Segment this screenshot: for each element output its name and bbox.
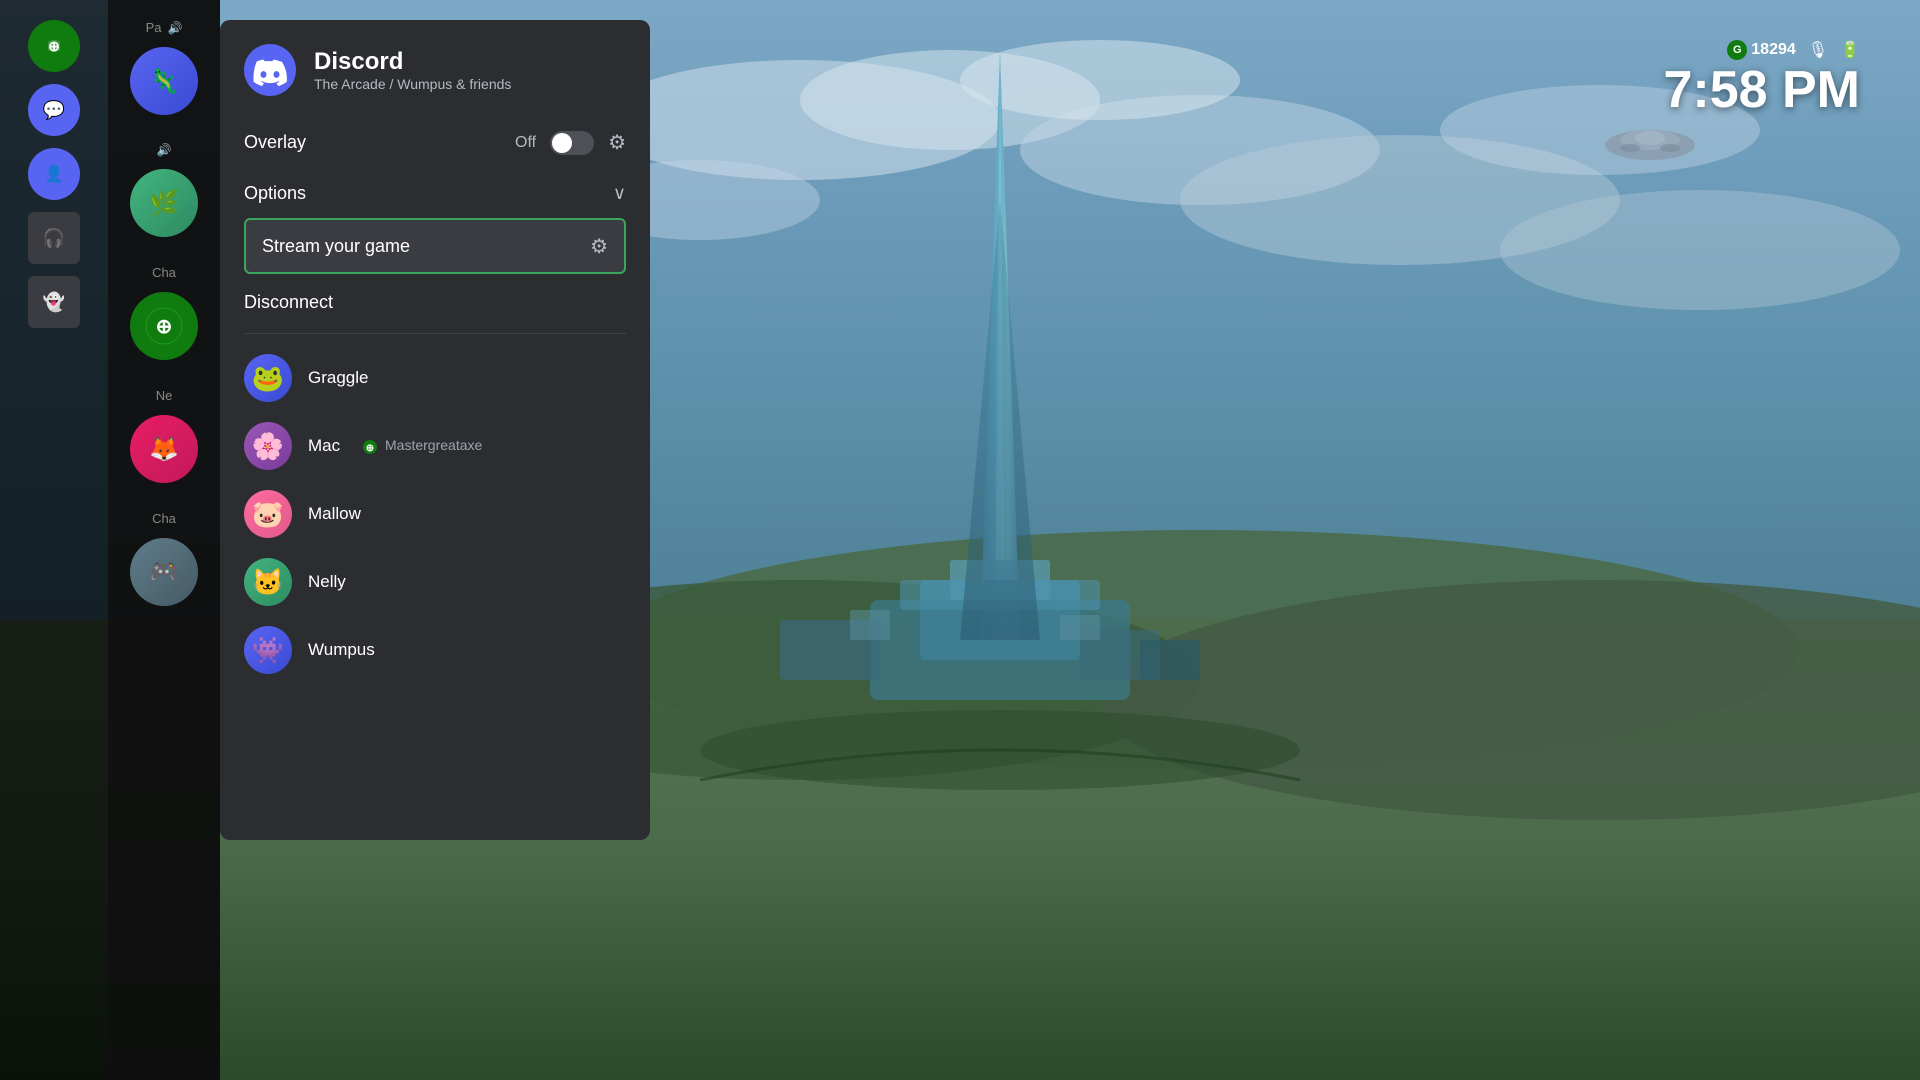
friend-avatar-mallow: 🐷 — [244, 490, 292, 538]
g-score-value: 18294 — [1751, 41, 1796, 59]
svg-text:⊕: ⊕ — [366, 443, 374, 454]
options-chevron-icon: ∨ — [613, 183, 626, 204]
sidebar-text-pa: Pa — [146, 20, 162, 35]
stream-game-button[interactable]: Stream your game ⚙ — [244, 218, 626, 274]
hud-g-score: G 18294 — [1727, 40, 1796, 60]
battery-icon: 🔋 — [1840, 40, 1860, 60]
svg-text:⊕: ⊕ — [48, 38, 60, 54]
hud-stats: G 18294 🎙 🔋 — [1663, 40, 1860, 60]
sidebar-thumb-2[interactable]: 🌿 — [130, 169, 198, 237]
stream-gear-icon[interactable]: ⚙ — [590, 234, 608, 259]
sidebar-text-ne: Ne — [156, 388, 173, 403]
toggle-knob — [552, 133, 572, 153]
friend-avatar-mac: 🌸 — [244, 422, 292, 470]
discord-panel: Discord The Arcade / Wumpus & friends Ov… — [220, 20, 650, 840]
panel-divider — [244, 333, 626, 334]
overlay-gear-icon[interactable]: ⚙ — [608, 130, 626, 155]
sidebar-icon-xbox[interactable]: ⊕ — [28, 20, 80, 72]
hud-time: 7:58 PM — [1663, 64, 1860, 116]
sidebar-thumb-4[interactable]: 🎮 — [130, 538, 198, 606]
friend-gamertag-mac: Mastergreataxe — [385, 437, 482, 453]
sidebar-icon-headset[interactable]: 🎧 — [28, 212, 80, 264]
volume-icon-1: 🔊 — [167, 21, 182, 35]
overlay-status: Off — [515, 134, 536, 152]
overlay-right: Off ⚙ — [515, 130, 626, 155]
sidebar-icon-discord[interactable]: 💬 — [28, 84, 80, 136]
friend-name-graggle: Graggle — [308, 368, 368, 388]
panel-content: Overlay Off ⚙ Options ∨ Stream your game… — [220, 116, 650, 840]
discord-logo-icon — [244, 44, 296, 96]
sidebar-icon-ghost[interactable]: 👻 — [28, 276, 80, 328]
sidebar-text-cha2: Cha — [152, 511, 176, 526]
sidebar-thumb-3[interactable]: 🦊 — [130, 415, 198, 483]
overlay-toggle[interactable] — [550, 131, 594, 155]
friend-name-mac: Mac — [308, 436, 340, 456]
discord-header-text: Discord The Arcade / Wumpus & friends — [314, 48, 511, 92]
friends-list: 🐸 Graggle 🌸 Mac ⊕ Mastergreataxe — [244, 344, 626, 684]
disconnect-label[interactable]: Disconnect — [244, 292, 333, 312]
friend-item-mac[interactable]: 🌸 Mac ⊕ Mastergreataxe — [244, 412, 626, 480]
sidebar-text-cha1: Cha — [152, 265, 176, 280]
friend-avatar-graggle: 🐸 — [244, 354, 292, 402]
sidebar-thumb-xbox[interactable]: ⊕ — [130, 292, 198, 360]
sidebar-right: Pa 🔊 🦎 🔊 🌿 Cha ⊕ Ne — [108, 0, 220, 1080]
sidebar-right-header: Pa 🔊 — [146, 20, 183, 35]
options-label: Options — [244, 183, 306, 204]
friend-item-wumpus[interactable]: 👾 Wumpus — [244, 616, 626, 684]
friend-name-wumpus: Wumpus — [308, 640, 375, 660]
mic-icon: 🎙 — [1808, 40, 1828, 60]
friend-avatar-wumpus: 👾 — [244, 626, 292, 674]
overlay-row: Overlay Off ⚙ — [244, 116, 626, 169]
disconnect-row: Disconnect — [244, 278, 626, 327]
sidebar-icon-user[interactable]: 👤 — [28, 148, 80, 200]
sidebar-icons: ⊕ 💬 👤 🎧 👻 — [0, 0, 108, 1080]
overlay-label: Overlay — [244, 132, 306, 153]
svg-text:👻: 👻 — [43, 291, 65, 313]
hud-top-right: G 18294 🎙 🔋 7:58 PM — [1663, 40, 1860, 116]
friend-item-nelly[interactable]: 🐱 Nelly — [244, 548, 626, 616]
sidebar-right-v2: 🔊 — [157, 143, 172, 157]
options-row[interactable]: Options ∨ — [244, 169, 626, 218]
friend-name-mallow: Mallow — [308, 504, 361, 524]
stream-game-label: Stream your game — [262, 236, 410, 257]
spaceship — [1600, 120, 1700, 175]
svg-text:🎧: 🎧 — [43, 227, 65, 248]
svg-text:💬: 💬 — [43, 99, 65, 120]
friend-xbox-mac: ⊕ Mastergreataxe — [362, 437, 482, 454]
volume-icon-2: 🔊 — [157, 143, 172, 157]
sidebar-thumb-1[interactable]: 🦎 — [130, 47, 198, 115]
friend-name-nelly: Nelly — [308, 572, 346, 592]
discord-title: Discord — [314, 48, 511, 76]
discord-subtitle: The Arcade / Wumpus & friends — [314, 76, 511, 92]
xbox-g-logo: G — [1727, 40, 1747, 60]
discord-header: Discord The Arcade / Wumpus & friends — [220, 20, 650, 116]
friend-item-graggle[interactable]: 🐸 Graggle — [244, 344, 626, 412]
svg-text:⊕: ⊕ — [156, 316, 173, 338]
friend-avatar-nelly: 🐱 — [244, 558, 292, 606]
friend-item-mallow[interactable]: 🐷 Mallow — [244, 480, 626, 548]
